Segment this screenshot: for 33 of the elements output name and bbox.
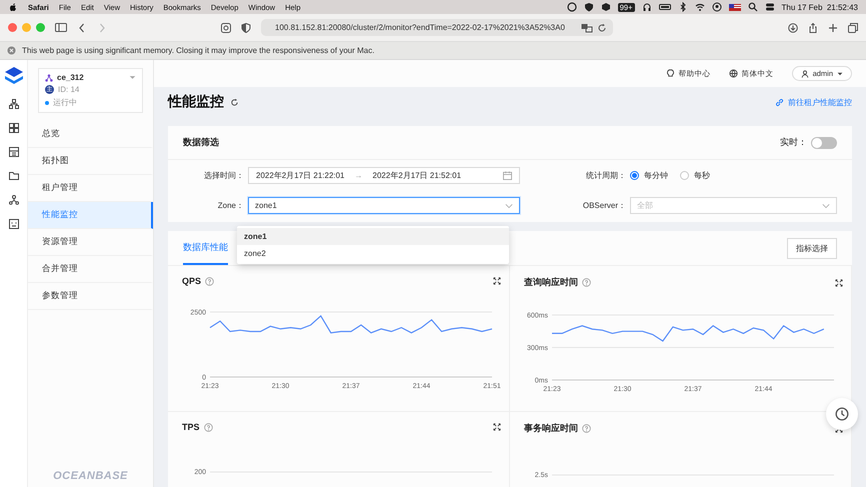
nav-item[interactable]: 资源管理: [28, 229, 153, 256]
cluster-name: ce_312: [57, 73, 85, 82]
chart-title: TPS: [182, 422, 200, 432]
brand-logo: OCEANBASE: [53, 470, 128, 482]
radio-label[interactable]: 每分钟: [644, 170, 668, 181]
metric-select-button[interactable]: 指标选择: [787, 238, 837, 259]
dropdown-option[interactable]: zone2: [237, 245, 509, 262]
tenant-monitor-link[interactable]: 前往租户性能监控: [788, 96, 852, 108]
nav-item[interactable]: 拓扑图: [28, 148, 153, 175]
chart-title: QPS: [182, 276, 202, 286]
nav-item[interactable]: 参数管理: [28, 283, 153, 310]
field-label: 选择时间：: [203, 170, 245, 181]
cluster-status: 运行中: [53, 97, 77, 108]
date-range-field[interactable]: 2022年2月17日 21:22:01 → 2022年2月17日 21:52:01: [248, 167, 520, 184]
tab[interactable]: 数据库性能: [183, 241, 228, 265]
menu-clock[interactable]: Thu 17 Feb 21:52:43: [782, 2, 858, 12]
chart-title: 事务响应时间: [524, 422, 578, 435]
page-title: 性能监控: [168, 93, 224, 111]
dropdown-option[interactable]: zone1: [237, 228, 509, 245]
field-label: 统计周期：: [585, 170, 627, 181]
radio-label[interactable]: 每秒: [694, 170, 710, 181]
nav-item[interactable]: 性能监控: [28, 202, 153, 229]
chart-title: 查询响应时间: [524, 276, 578, 289]
section-title: 数据筛选: [183, 136, 220, 149]
nav-item[interactable]: 合并管理: [28, 256, 153, 283]
nav-item[interactable]: 总览: [28, 121, 153, 148]
zone-select[interactable]: zone1: [248, 197, 520, 214]
cluster-id: ID: 14: [58, 85, 80, 94]
realtime-label: 实时：: [780, 136, 807, 149]
field-label: OBServer：: [582, 200, 627, 211]
address-bar[interactable]: 100.81.152.81:20080/cluster/2/monitor?endTime=2022-02-17%2021%3A52%3A0: [261, 19, 613, 36]
field-label: Zone：: [216, 200, 245, 211]
memory-warning: This web page is using significant memory. Closing it may improve the responsiveness of your Mac.: [22, 46, 374, 55]
